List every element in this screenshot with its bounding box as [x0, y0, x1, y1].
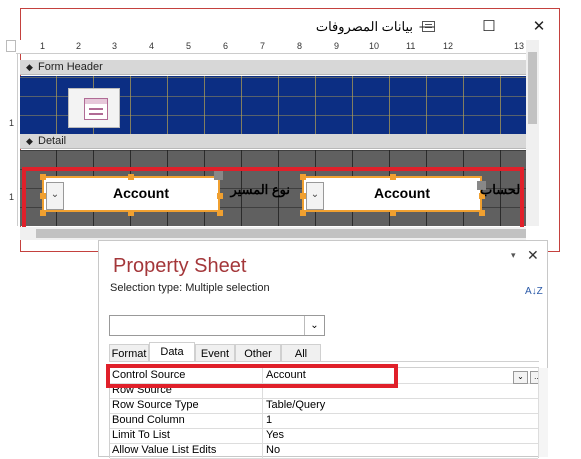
ruler-number: 12 [443, 41, 454, 51]
property-name: Limit To List [112, 429, 170, 441]
selection-type-text: Selection type: Multiple selection [110, 282, 270, 294]
property-value[interactable]: Table/Query [266, 399, 325, 411]
ruler-number: 11 [406, 41, 416, 51]
property-sheet-title: Property Sheet [113, 255, 247, 277]
form-logo-image[interactable] [68, 88, 120, 128]
ruler-number: 6 [223, 41, 229, 51]
section-label: Detail [38, 135, 67, 147]
ruler-number: 1 [40, 41, 46, 51]
property-value[interactable]: No [266, 444, 280, 456]
ruler-number: 8 [297, 41, 303, 51]
ruler-number: 9 [334, 41, 340, 51]
sort-az-icon[interactable]: A↓Z [525, 287, 543, 297]
property-name: Row Source Type [112, 399, 199, 411]
form-header-area[interactable] [20, 76, 526, 134]
object-selector-dropdown[interactable]: ⌄ [109, 315, 325, 336]
ruler-number: 4 [149, 41, 155, 51]
horizontal-scrollbar[interactable] [20, 227, 526, 240]
tab-format[interactable]: Format [109, 344, 149, 362]
window-title: بيانات المصروفات [315, 19, 413, 34]
close-button[interactable]: ✕ [519, 13, 559, 41]
scroll-thumb[interactable] [528, 52, 537, 124]
property-value[interactable]: 1 [266, 414, 272, 426]
section-label: Form Header [38, 61, 103, 73]
property-sheet-scrollbar[interactable] [538, 368, 548, 457]
tab-all[interactable]: All [281, 344, 321, 362]
ruler-number: 5 [186, 41, 192, 51]
tab-event[interactable]: Event [195, 344, 235, 362]
detail-section-bar[interactable]: ◆ Detail [20, 134, 526, 149]
ruler-number: 13 [514, 41, 525, 51]
horizontal-ruler[interactable]: 1 2 3 4 5 6 7 8 9 10 11 12 13 [16, 40, 526, 54]
maximize-button[interactable]: ☐ [469, 13, 509, 41]
form-header-section-bar[interactable]: ◆ Form Header [20, 60, 526, 75]
close-pane-button[interactable]: ✕ [527, 247, 539, 264]
chevron-down-icon[interactable]: ⌄ [513, 371, 528, 384]
tab-divider [109, 361, 539, 362]
chevron-down-icon[interactable]: ⌄ [304, 316, 324, 335]
property-name: Allow Value List Edits [112, 444, 217, 456]
property-row-row-source-type[interactable]: Row Source Type Table/Query [110, 398, 538, 414]
property-sheet-pane: Property Sheet ▾ ✕ Selection type: Multi… [98, 240, 548, 459]
tab-data[interactable]: Data [149, 342, 195, 362]
tab-other[interactable]: Other [235, 344, 281, 362]
vertical-scrollbar[interactable] [526, 40, 539, 226]
ruler-number: 2 [76, 41, 82, 51]
property-value[interactable]: Yes [266, 429, 284, 441]
ruler-number: 1 [9, 192, 15, 202]
ruler-number: 10 [369, 41, 380, 51]
ruler-number: 7 [260, 41, 266, 51]
property-row-limit-to-list[interactable]: Limit To List Yes [110, 428, 538, 444]
collapse-icon: ◆ [26, 62, 33, 72]
pane-options-icon[interactable]: ▾ [511, 250, 516, 261]
property-row-bound-column[interactable]: Bound Column 1 [110, 413, 538, 429]
form-selector[interactable] [6, 40, 16, 52]
highlight-box [106, 364, 398, 388]
minimize-button[interactable]: — [407, 13, 447, 41]
ruler-number: 1 [9, 118, 15, 128]
vertical-ruler[interactable]: 1 1 [6, 54, 18, 226]
collapse-icon: ◆ [26, 136, 33, 146]
property-name: Bound Column [112, 414, 185, 426]
scroll-thumb[interactable] [36, 229, 526, 238]
ruler-number: 3 [112, 41, 118, 51]
